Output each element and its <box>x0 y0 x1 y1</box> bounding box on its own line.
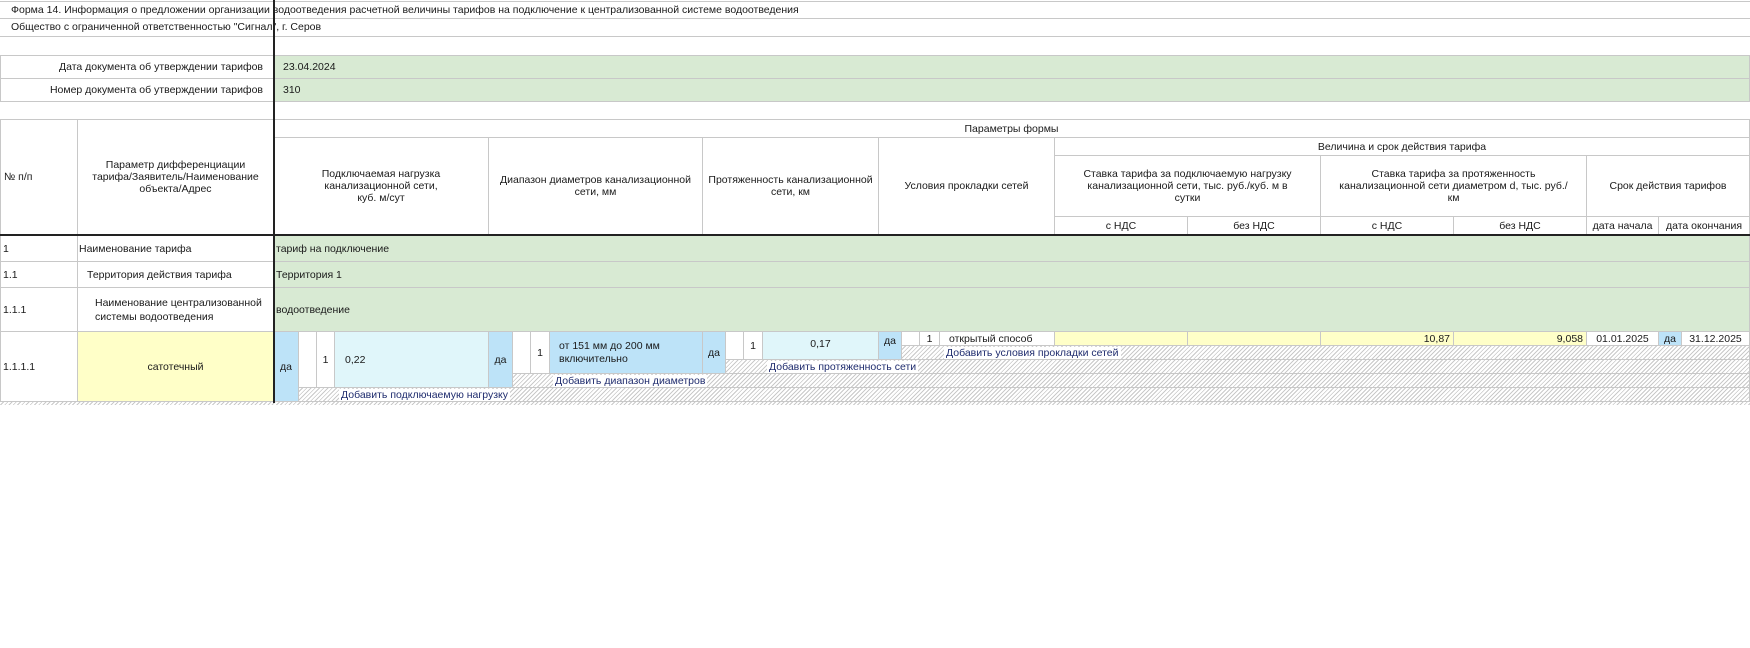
rate-length-novat-value[interactable]: 9,058 <box>1454 332 1587 346</box>
doc-date-value[interactable]: 23.04.2024 <box>274 56 1750 79</box>
row-3-num: 1.1.1 <box>0 288 78 332</box>
rate-load-vat-value[interactable] <box>1055 332 1188 346</box>
load-index: 1 <box>317 332 335 388</box>
rate-length-vat-value[interactable]: 10,87 <box>1321 332 1454 346</box>
doc-number-label: Номер документа об утверждении тарифов <box>0 79 274 102</box>
load-value[interactable]: 0,22 <box>335 332 489 388</box>
row-2-num: 1.1 <box>0 262 78 288</box>
row-4-label[interactable]: сатотечный <box>78 332 274 402</box>
add-length-link[interactable]: Добавить протяженность сети <box>767 360 919 373</box>
bottom-strip <box>0 402 1750 405</box>
header-rate-length-vat: с НДС <box>1321 217 1454 235</box>
row-3-label: Наименование централизованной системы во… <box>78 288 274 332</box>
doc-number-value[interactable]: 310 <box>274 79 1750 102</box>
row-1-num: 1 <box>0 236 78 262</box>
date-end-value[interactable]: 31.12.2025 <box>1682 332 1750 346</box>
doc-date-label: Дата документа об утверждении тарифов <box>0 56 274 79</box>
row-2-label: Территория действия тарифа <box>78 262 274 288</box>
add-conditions-link[interactable]: Добавить условия прокладки сетей <box>944 346 1121 359</box>
row-1-value[interactable]: тариф на подключение <box>274 236 1750 262</box>
header-rate-load: Ставка тарифа за подключаемую нагрузку к… <box>1055 156 1321 217</box>
diameter-flag[interactable]: да <box>489 332 513 388</box>
params-title: Параметры формы <box>274 120 1750 138</box>
add-conditions-row[interactable]: Добавить условия прокладки сетей <box>902 346 1750 360</box>
add-load-link[interactable]: Добавить подключаемую нагрузку <box>339 388 510 401</box>
header-num: № п/п <box>0 120 78 235</box>
conditions-spacer <box>902 332 920 346</box>
rate-load-novat-value[interactable] <box>1188 332 1321 346</box>
header-date-end: дата окончания <box>1659 217 1750 235</box>
diameter-index: 1 <box>531 332 550 374</box>
add-length-row[interactable]: Добавить протяженность сети <box>726 360 1750 374</box>
diameter-spacer <box>513 332 531 374</box>
date-end-flag[interactable]: да <box>1659 332 1682 346</box>
row-3-value[interactable]: водоотведение <box>274 288 1750 332</box>
header-length: Протяженность канализационной сети, км <box>703 138 879 235</box>
length-spacer <box>726 332 744 360</box>
header-diameter: Диапазон диаметров канализационной сети,… <box>489 138 703 235</box>
diameter-value[interactable]: от 151 мм до 200 мм включительно <box>550 332 703 374</box>
length-value[interactable]: 0,17 <box>763 332 879 360</box>
add-diameter-link[interactable]: Добавить диапазон диаметров <box>553 374 708 387</box>
conditions-index: 1 <box>920 332 940 346</box>
header-rate-length: Ставка тарифа за протяженность канализац… <box>1321 156 1587 217</box>
header-tariff-group: Величина и срок действия тарифа <box>1055 138 1750 156</box>
header-term: Срок действия тарифов <box>1587 156 1750 217</box>
header-conditions: Условия прокладки сетей <box>879 138 1055 235</box>
length-flag[interactable]: да <box>703 332 726 374</box>
header-rate-load-novat: без НДС <box>1188 217 1321 235</box>
add-load-row[interactable]: Добавить подключаемую нагрузку <box>299 388 1750 402</box>
load-flag[interactable]: да <box>274 332 299 402</box>
date-start-value[interactable]: 01.01.2025 <box>1587 332 1659 346</box>
header-date-start: дата начала <box>1587 217 1659 235</box>
row-4-num: 1.1.1.1 <box>0 332 78 402</box>
conditions-flag[interactable]: да <box>879 332 902 360</box>
header-load: Подключаемая нагрузка канализационной се… <box>274 138 489 235</box>
header-rate-load-vat: с НДС <box>1055 217 1188 235</box>
row-2-value[interactable]: Территория 1 <box>274 262 1750 288</box>
header-rate-length-novat: без НДС <box>1454 217 1587 235</box>
length-index: 1 <box>744 332 763 360</box>
load-spacer <box>299 332 317 388</box>
add-diameter-row[interactable]: Добавить диапазон диаметров <box>513 374 1750 388</box>
row-1-label: Наименование тарифа <box>78 236 274 262</box>
header-param: Параметр дифференциации тарифа/Заявитель… <box>78 120 274 235</box>
conditions-value[interactable]: открытый способ <box>940 332 1055 346</box>
